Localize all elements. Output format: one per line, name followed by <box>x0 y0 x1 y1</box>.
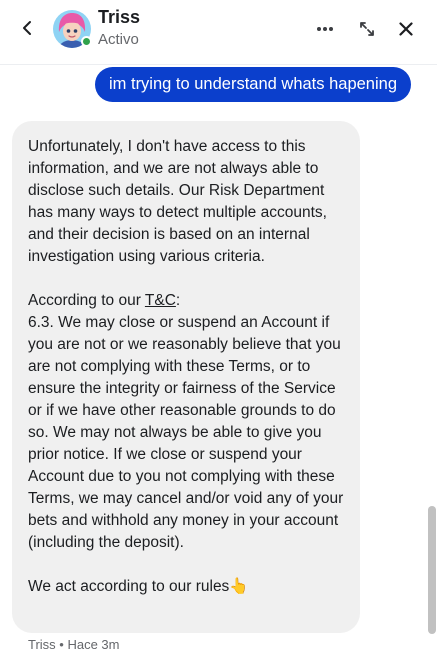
outgoing-message[interactable]: im trying to understand whats hapening <box>95 67 411 102</box>
contact-status: Activo <box>98 31 139 48</box>
according-prefix: According to our <box>28 292 145 309</box>
expand-arrows-icon <box>360 22 374 36</box>
more-options-button[interactable] <box>312 16 338 42</box>
chat-header: Triss Activo <box>0 0 437 65</box>
close-chat-button[interactable] <box>393 16 419 42</box>
pointing-up-emoji: 👆 <box>229 578 249 595</box>
closing-text: We act according to our rules <box>28 578 230 595</box>
message-paragraph-2: 6.3. We may close or suspend an Account … <box>28 314 344 551</box>
message-according-line: According to our T&C: <box>28 290 350 312</box>
tc-link[interactable]: T&C <box>145 292 176 309</box>
online-status-dot <box>81 36 92 47</box>
expand-chat-button[interactable] <box>354 16 380 42</box>
according-suffix: : <box>175 292 181 309</box>
scrollbar-thumb[interactable] <box>428 506 436 634</box>
contact-name[interactable]: Triss <box>98 7 140 28</box>
back-button[interactable] <box>16 17 38 39</box>
more-horizontal-icon <box>317 27 333 31</box>
message-meta: Triss • Hace 3m <box>28 637 120 652</box>
chevron-left-icon <box>23 21 31 35</box>
message-closing: We act according to our rules👆 <box>28 576 350 598</box>
close-icon <box>399 22 413 36</box>
message-thread[interactable]: im trying to understand whats hapening U… <box>0 65 437 660</box>
message-paragraph-1: Unfortunately, I don't have access to th… <box>28 138 327 265</box>
incoming-message[interactable]: Unfortunately, I don't have access to th… <box>12 121 360 633</box>
